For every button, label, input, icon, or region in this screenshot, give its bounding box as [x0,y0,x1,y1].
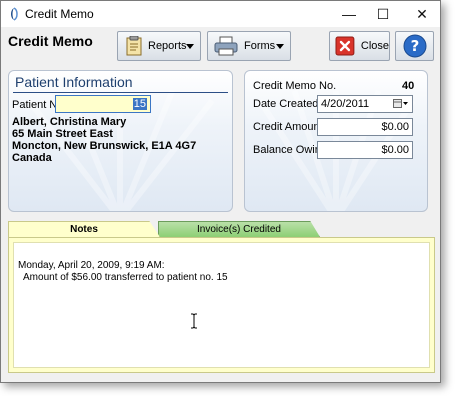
reports-icon [126,36,142,56]
note-line: Monday, April 20, 2009, 9:19 AM: [18,260,165,271]
credit-amount-label: Credit Amount [253,121,323,133]
forms-button[interactable]: Forms [207,31,291,61]
date-created-label: Date Created [253,98,319,110]
chevron-down-icon [186,44,194,49]
panel-title-divider [13,92,228,93]
page-title: Credit Memo [8,33,93,49]
patient-no-value: 15 [132,98,147,110]
memo-number-label: Credit Memo No. [253,80,337,92]
app-icon [11,7,18,21]
balance-owing-label: Balance Owing [253,144,327,156]
printer-icon [214,36,238,56]
calendar-icon[interactable] [393,99,409,109]
forms-label: Forms [244,40,276,52]
minimize-button[interactable]: — [332,1,366,27]
memo-details-panel: Credit Memo No. 40 Date Created 4/20/201… [244,70,428,212]
balance-owing-value: $0.00 [381,144,409,156]
client-area: Credit Memo Reports Forms Close ? Patien… [2,27,439,381]
maximize-button[interactable]: ☐ [366,1,400,27]
svg-text:?: ? [410,37,419,55]
memo-number-value: 40 [402,80,415,92]
address-street: 65 Main Street East [12,128,113,140]
address-city: Moncton, New Brunswick, E1A 4G7 [12,140,197,152]
close-red-icon [335,36,355,56]
tab-invoices-credited[interactable]: Invoice(s) Credited [158,221,320,237]
notes-textarea[interactable]: Monday, April 20, 2009, 9:19 AM: Amount … [13,242,430,368]
credit-memo-window: Credit Memo — ☐ ✕ Credit Memo Reports Fo… [0,0,441,383]
patient-no-field[interactable]: 15 [55,95,151,113]
minimize-icon: — [342,6,356,22]
credit-amount-value: $0.00 [381,121,409,133]
close-button[interactable]: Close [329,31,390,61]
tab-label: Notes [70,224,98,235]
reports-label: Reports [148,40,187,52]
text-cursor-icon [191,313,197,329]
close-label: Close [360,40,389,52]
patient-address: Albert, Christina Mary 65 Main Street Ea… [12,116,196,164]
tab-label: Invoice(s) Credited [197,224,281,235]
note-line: Amount of $56.00 transferred to patient … [18,272,228,283]
notes-panel: Monday, April 20, 2009, 9:19 AM: Amount … [8,237,435,373]
window-title: Credit Memo [25,7,94,21]
help-button[interactable]: ? [395,31,434,61]
patient-info-panel: Patient Information Patient No 15 Albert… [8,70,233,212]
tab-notes[interactable]: Notes [8,221,160,237]
patient-name: Albert, Christina Mary [12,116,127,128]
balance-owing-field[interactable]: $0.00 [317,141,413,159]
credit-amount-field[interactable]: $0.00 [317,118,413,136]
date-created-field[interactable]: 4/20/2011 [317,95,413,113]
help-icon: ? [403,34,426,58]
date-created-value: 4/20/2011 [321,98,370,110]
chevron-down-icon [276,44,284,49]
title-bar[interactable]: Credit Memo — ☐ ✕ [1,1,440,27]
maximize-icon: ☐ [376,5,390,22]
reports-button[interactable]: Reports [117,31,201,61]
close-icon: ✕ [416,5,428,22]
window-close-button[interactable]: ✕ [405,1,439,27]
panel-title: Patient Information [15,74,133,90]
address-country: Canada [12,152,52,164]
